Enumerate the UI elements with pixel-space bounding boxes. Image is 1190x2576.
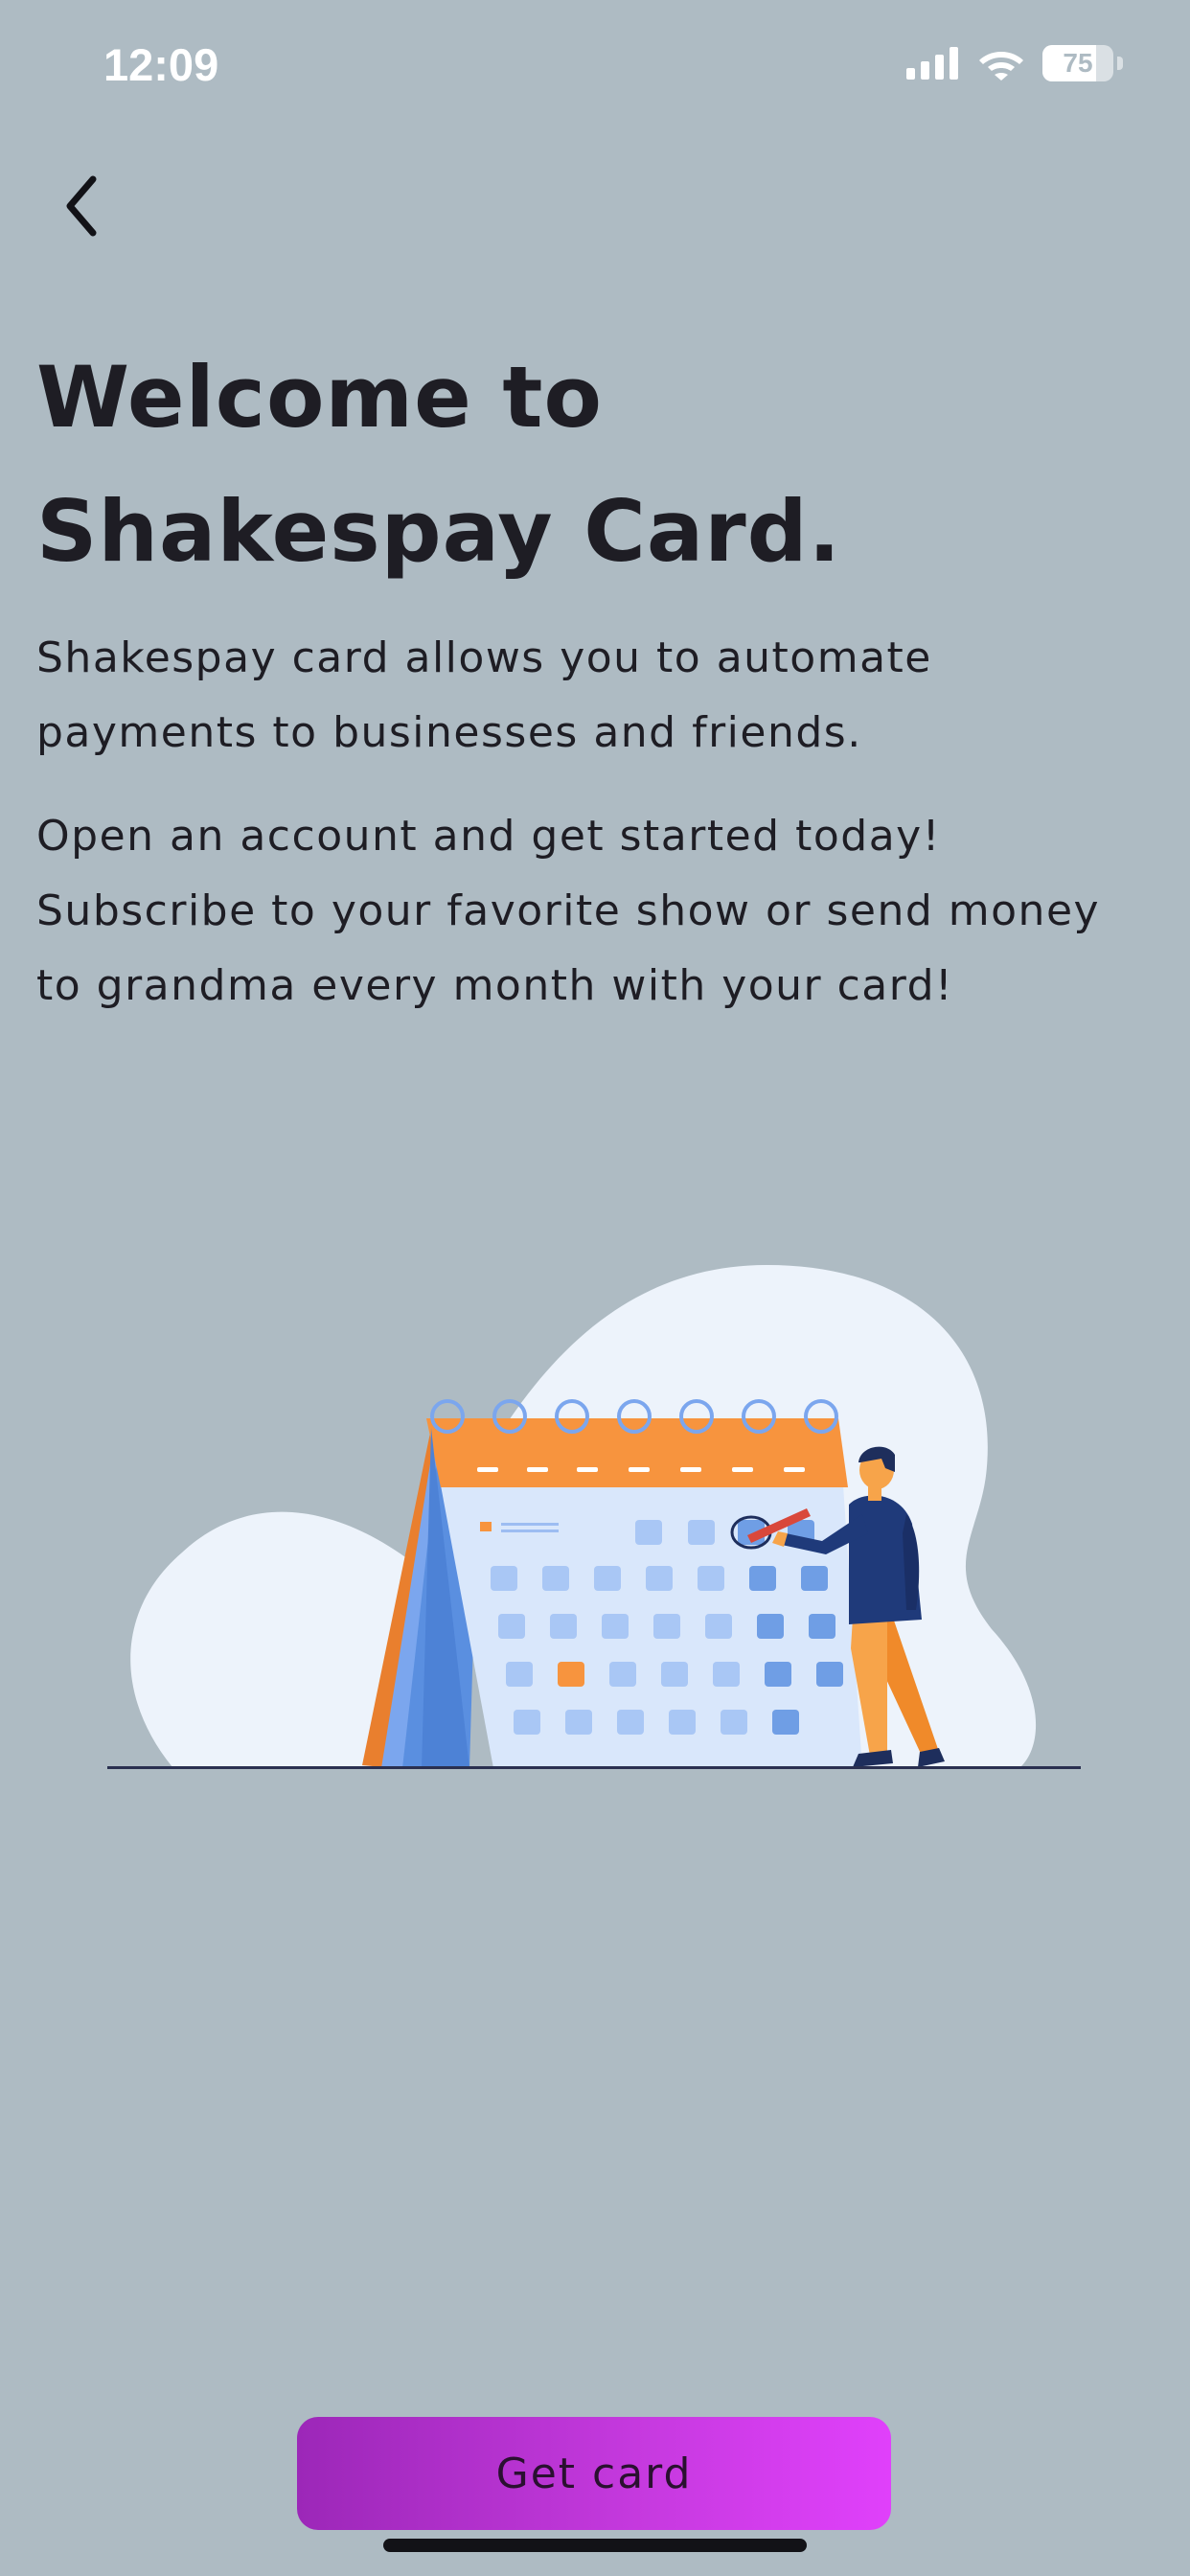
status-bar: 12:09 75 [0, 0, 1190, 134]
page-title: Welcome to Shakespay Card. [36, 348, 842, 581]
get-card-button[interactable]: Get card [297, 2417, 891, 2530]
home-indicator[interactable] [383, 2539, 807, 2552]
back-button[interactable] [48, 168, 115, 244]
cellular-signal-icon [906, 47, 958, 80]
wifi-icon [979, 52, 1023, 80]
battery-tip [1117, 57, 1123, 70]
status-time: 12:09 [103, 39, 219, 90]
status-icons: 75 [906, 42, 1123, 84]
details-paragraph: Open an account and get started today! S… [36, 812, 1101, 1010]
intro-paragraph: Shakespay card allows you to automate pa… [36, 633, 932, 757]
calendar-scheduling-illustration [107, 1265, 1081, 1769]
battery-level: 75 [1063, 48, 1093, 78]
chevron-left-icon [66, 175, 97, 237]
battery-icon: 75 [1042, 45, 1113, 81]
